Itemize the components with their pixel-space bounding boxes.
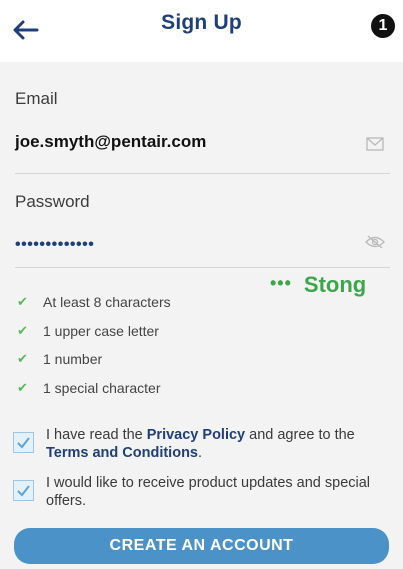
- requirement-label: 1 number: [43, 351, 103, 367]
- requirement-label: 1 upper case letter: [43, 323, 159, 339]
- check-icon: ✔: [17, 351, 28, 366]
- check-icon: ✔: [17, 294, 28, 309]
- strength-dots: •••: [270, 273, 292, 293]
- privacy-consent-text: I have read the Privacy Policy and agree…: [46, 426, 386, 462]
- step-badge: 1: [371, 14, 395, 38]
- eye-off-icon[interactable]: [365, 235, 385, 249]
- privacy-policy-link[interactable]: Privacy Policy: [147, 427, 245, 443]
- email-label: Email: [15, 89, 58, 108]
- requirement-item: ✔ 1 upper case letter: [17, 321, 159, 341]
- marketing-checkbox[interactable]: [13, 480, 34, 501]
- email-field[interactable]: joe.smyth@pentair.com: [15, 132, 206, 152]
- strength-label: Stong: [303, 272, 367, 297]
- marketing-consent: I would like to receive product updates …: [13, 474, 393, 510]
- privacy-consent: I have read the Privacy Policy and agree…: [13, 426, 393, 462]
- password-label: Password: [15, 192, 90, 211]
- requirement-label: At least 8 characters: [43, 294, 171, 310]
- header-bar: Sign Up 1: [0, 0, 403, 62]
- consent-text-part: and agree to the: [245, 427, 355, 443]
- checkmark-icon: [17, 485, 30, 497]
- password-strength: ••• Stong: [270, 272, 366, 298]
- mail-icon: [366, 137, 384, 151]
- password-field[interactable]: •••••••••••••: [15, 236, 94, 254]
- privacy-checkbox[interactable]: [13, 432, 34, 453]
- create-account-button[interactable]: CREATE AN ACCOUNT: [14, 528, 389, 564]
- requirement-item: ✔ 1 number: [17, 349, 102, 369]
- signup-form: Email joe.smyth@pentair.com Password •••…: [0, 62, 403, 569]
- marketing-consent-text: I would like to receive product updates …: [46, 475, 371, 509]
- page-title: Sign Up: [161, 11, 242, 34]
- consent-text-part: I have read the: [46, 427, 147, 443]
- requirement-item: ✔ At least 8 characters: [17, 292, 171, 312]
- checkmark-icon: [17, 437, 30, 449]
- requirement-label: 1 special character: [43, 380, 161, 396]
- requirement-item: ✔ 1 special character: [17, 378, 161, 398]
- check-icon: ✔: [17, 323, 28, 338]
- consent-text-part: .: [198, 445, 203, 461]
- check-icon: ✔: [17, 380, 28, 395]
- password-divider: [15, 267, 390, 268]
- terms-link[interactable]: Terms and Conditions: [46, 445, 198, 461]
- email-divider: [15, 173, 390, 174]
